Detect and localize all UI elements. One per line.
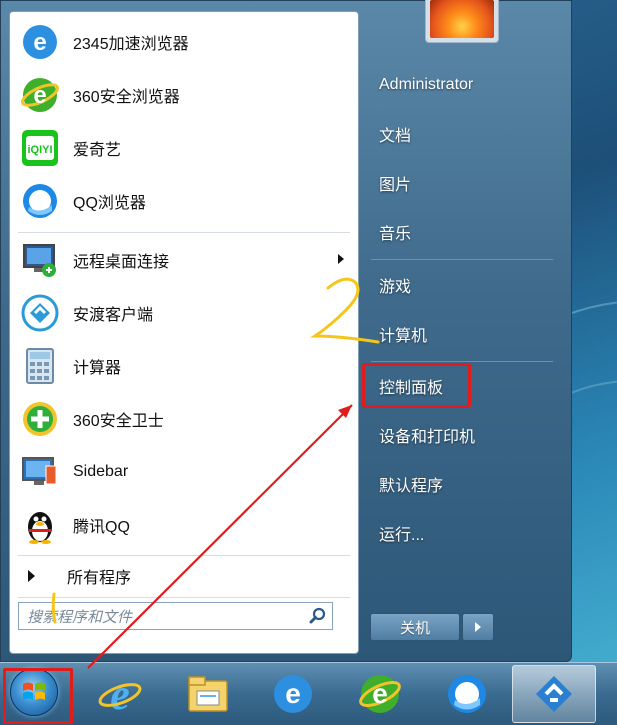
calculator-icon bbox=[18, 344, 62, 388]
svg-text:e: e bbox=[372, 678, 388, 709]
right-item-label: 图片 bbox=[379, 177, 412, 194]
program-label: Sidebar bbox=[73, 463, 129, 480]
program-360-safe[interactable]: 360安全卫士 bbox=[10, 393, 358, 445]
program-label: 360安全卫士 bbox=[73, 413, 164, 430]
user-name-link[interactable]: Administrator bbox=[367, 68, 557, 102]
flower-avatar-image bbox=[430, 0, 494, 38]
program-andu-client[interactable]: 安渡客户端 bbox=[10, 287, 358, 339]
divider bbox=[371, 259, 553, 260]
qq-penguin-icon bbox=[18, 503, 62, 547]
program-label: 计算器 bbox=[73, 360, 122, 377]
user-avatar[interactable] bbox=[425, 0, 499, 43]
right-item-run[interactable]: 运行... bbox=[367, 516, 557, 550]
taskbar-2345-browser-icon[interactable]: e bbox=[263, 667, 323, 721]
sidebar-icon bbox=[18, 450, 62, 494]
taskbar: e e e bbox=[0, 662, 617, 725]
right-item-default-programs[interactable]: 默认程序 bbox=[367, 467, 557, 501]
divider bbox=[18, 597, 350, 598]
right-item-documents[interactable]: 文档 bbox=[367, 117, 557, 151]
remote-desktop-icon bbox=[18, 238, 62, 282]
qq-browser-icon bbox=[18, 179, 62, 223]
program-2345-browser[interactable]: e 2345加速浏览器 bbox=[10, 16, 358, 68]
program-calculator[interactable]: 计算器 bbox=[10, 340, 358, 392]
all-programs-button[interactable]: 所有程序 bbox=[10, 560, 358, 592]
taskbar-qq-browser-icon[interactable] bbox=[437, 667, 497, 721]
program-iqiyi[interactable]: iQIYI 爱奇艺 bbox=[10, 122, 358, 174]
program-label: 安渡客户端 bbox=[73, 307, 154, 324]
right-item-label: 设备和打印机 bbox=[379, 429, 476, 446]
arrow-right-icon bbox=[475, 622, 481, 632]
divider bbox=[18, 555, 350, 556]
right-item-music[interactable]: 音乐 bbox=[367, 215, 557, 249]
right-item-computer[interactable]: 计算机 bbox=[367, 317, 557, 351]
svg-text:e: e bbox=[110, 671, 130, 717]
svg-text:iQIYI: iQIYI bbox=[27, 144, 52, 156]
right-item-label: 计算机 bbox=[379, 328, 428, 345]
program-label: QQ浏览器 bbox=[73, 195, 146, 212]
all-programs-label: 所有程序 bbox=[67, 570, 132, 587]
program-360-browser[interactable]: e 360安全浏览器 bbox=[10, 69, 358, 121]
start-button-highlight-box bbox=[3, 668, 73, 724]
divider bbox=[371, 361, 553, 362]
right-item-label: 文档 bbox=[379, 128, 412, 145]
search-input[interactable]: 搜索程序和文件 bbox=[18, 602, 333, 630]
program-remote-desktop[interactable]: 远程桌面连接 bbox=[10, 234, 358, 286]
taskbar-explorer-folder-icon[interactable] bbox=[178, 667, 238, 721]
right-item-devices-printers[interactable]: 设备和打印机 bbox=[367, 418, 557, 452]
taskbar-ie-icon[interactable]: e bbox=[90, 667, 150, 721]
right-item-label: 运行... bbox=[379, 527, 425, 544]
svg-text:e: e bbox=[285, 678, 301, 709]
right-item-label: 默认程序 bbox=[379, 478, 444, 495]
right-item-label: 音乐 bbox=[379, 226, 412, 243]
program-tencent-qq[interactable]: 腾讯QQ bbox=[10, 499, 358, 551]
divider bbox=[18, 232, 350, 233]
shutdown-label: 关机 bbox=[399, 619, 430, 637]
start-menu: e 2345加速浏览器 e 360安全浏览器 iQIYI 爱奇艺 QQ浏览器 远… bbox=[0, 0, 572, 662]
search-placeholder: 搜索程序和文件 bbox=[27, 608, 133, 626]
right-item-label: 游戏 bbox=[379, 279, 412, 296]
andu-client-icon bbox=[18, 291, 62, 335]
program-label: 2345加速浏览器 bbox=[73, 36, 189, 53]
program-label: 腾讯QQ bbox=[73, 519, 130, 536]
right-item-pictures[interactable]: 图片 bbox=[367, 166, 557, 200]
start-menu-left-pane: e 2345加速浏览器 e 360安全浏览器 iQIYI 爱奇艺 QQ浏览器 远… bbox=[9, 11, 359, 654]
360-browser-icon: e bbox=[18, 73, 62, 117]
taskbar-360-browser-icon[interactable]: e bbox=[350, 667, 410, 721]
control-panel-highlight-box bbox=[362, 363, 471, 408]
program-label: 爱奇艺 bbox=[73, 142, 122, 159]
user-name-label: Administrator bbox=[379, 76, 474, 93]
iqiyi-icon: iQIYI bbox=[18, 126, 62, 170]
submenu-arrow-icon bbox=[338, 254, 344, 264]
taskbar-andu-client-icon[interactable] bbox=[524, 667, 584, 721]
program-sidebar[interactable]: Sidebar bbox=[10, 446, 358, 498]
program-label: 远程桌面连接 bbox=[73, 254, 170, 271]
svg-text:e: e bbox=[33, 82, 46, 109]
360-safe-icon bbox=[18, 397, 62, 441]
search-icon[interactable] bbox=[304, 603, 332, 629]
expand-arrow-icon bbox=[28, 570, 35, 582]
svg-text:e: e bbox=[33, 29, 46, 56]
program-qq-browser[interactable]: QQ浏览器 bbox=[10, 175, 358, 227]
right-item-games[interactable]: 游戏 bbox=[367, 268, 557, 302]
ie-browser-icon: e bbox=[18, 20, 62, 64]
shutdown-options-button[interactable] bbox=[462, 613, 494, 641]
shutdown-button[interactable]: 关机 bbox=[370, 613, 460, 641]
program-label: 360安全浏览器 bbox=[73, 89, 180, 106]
